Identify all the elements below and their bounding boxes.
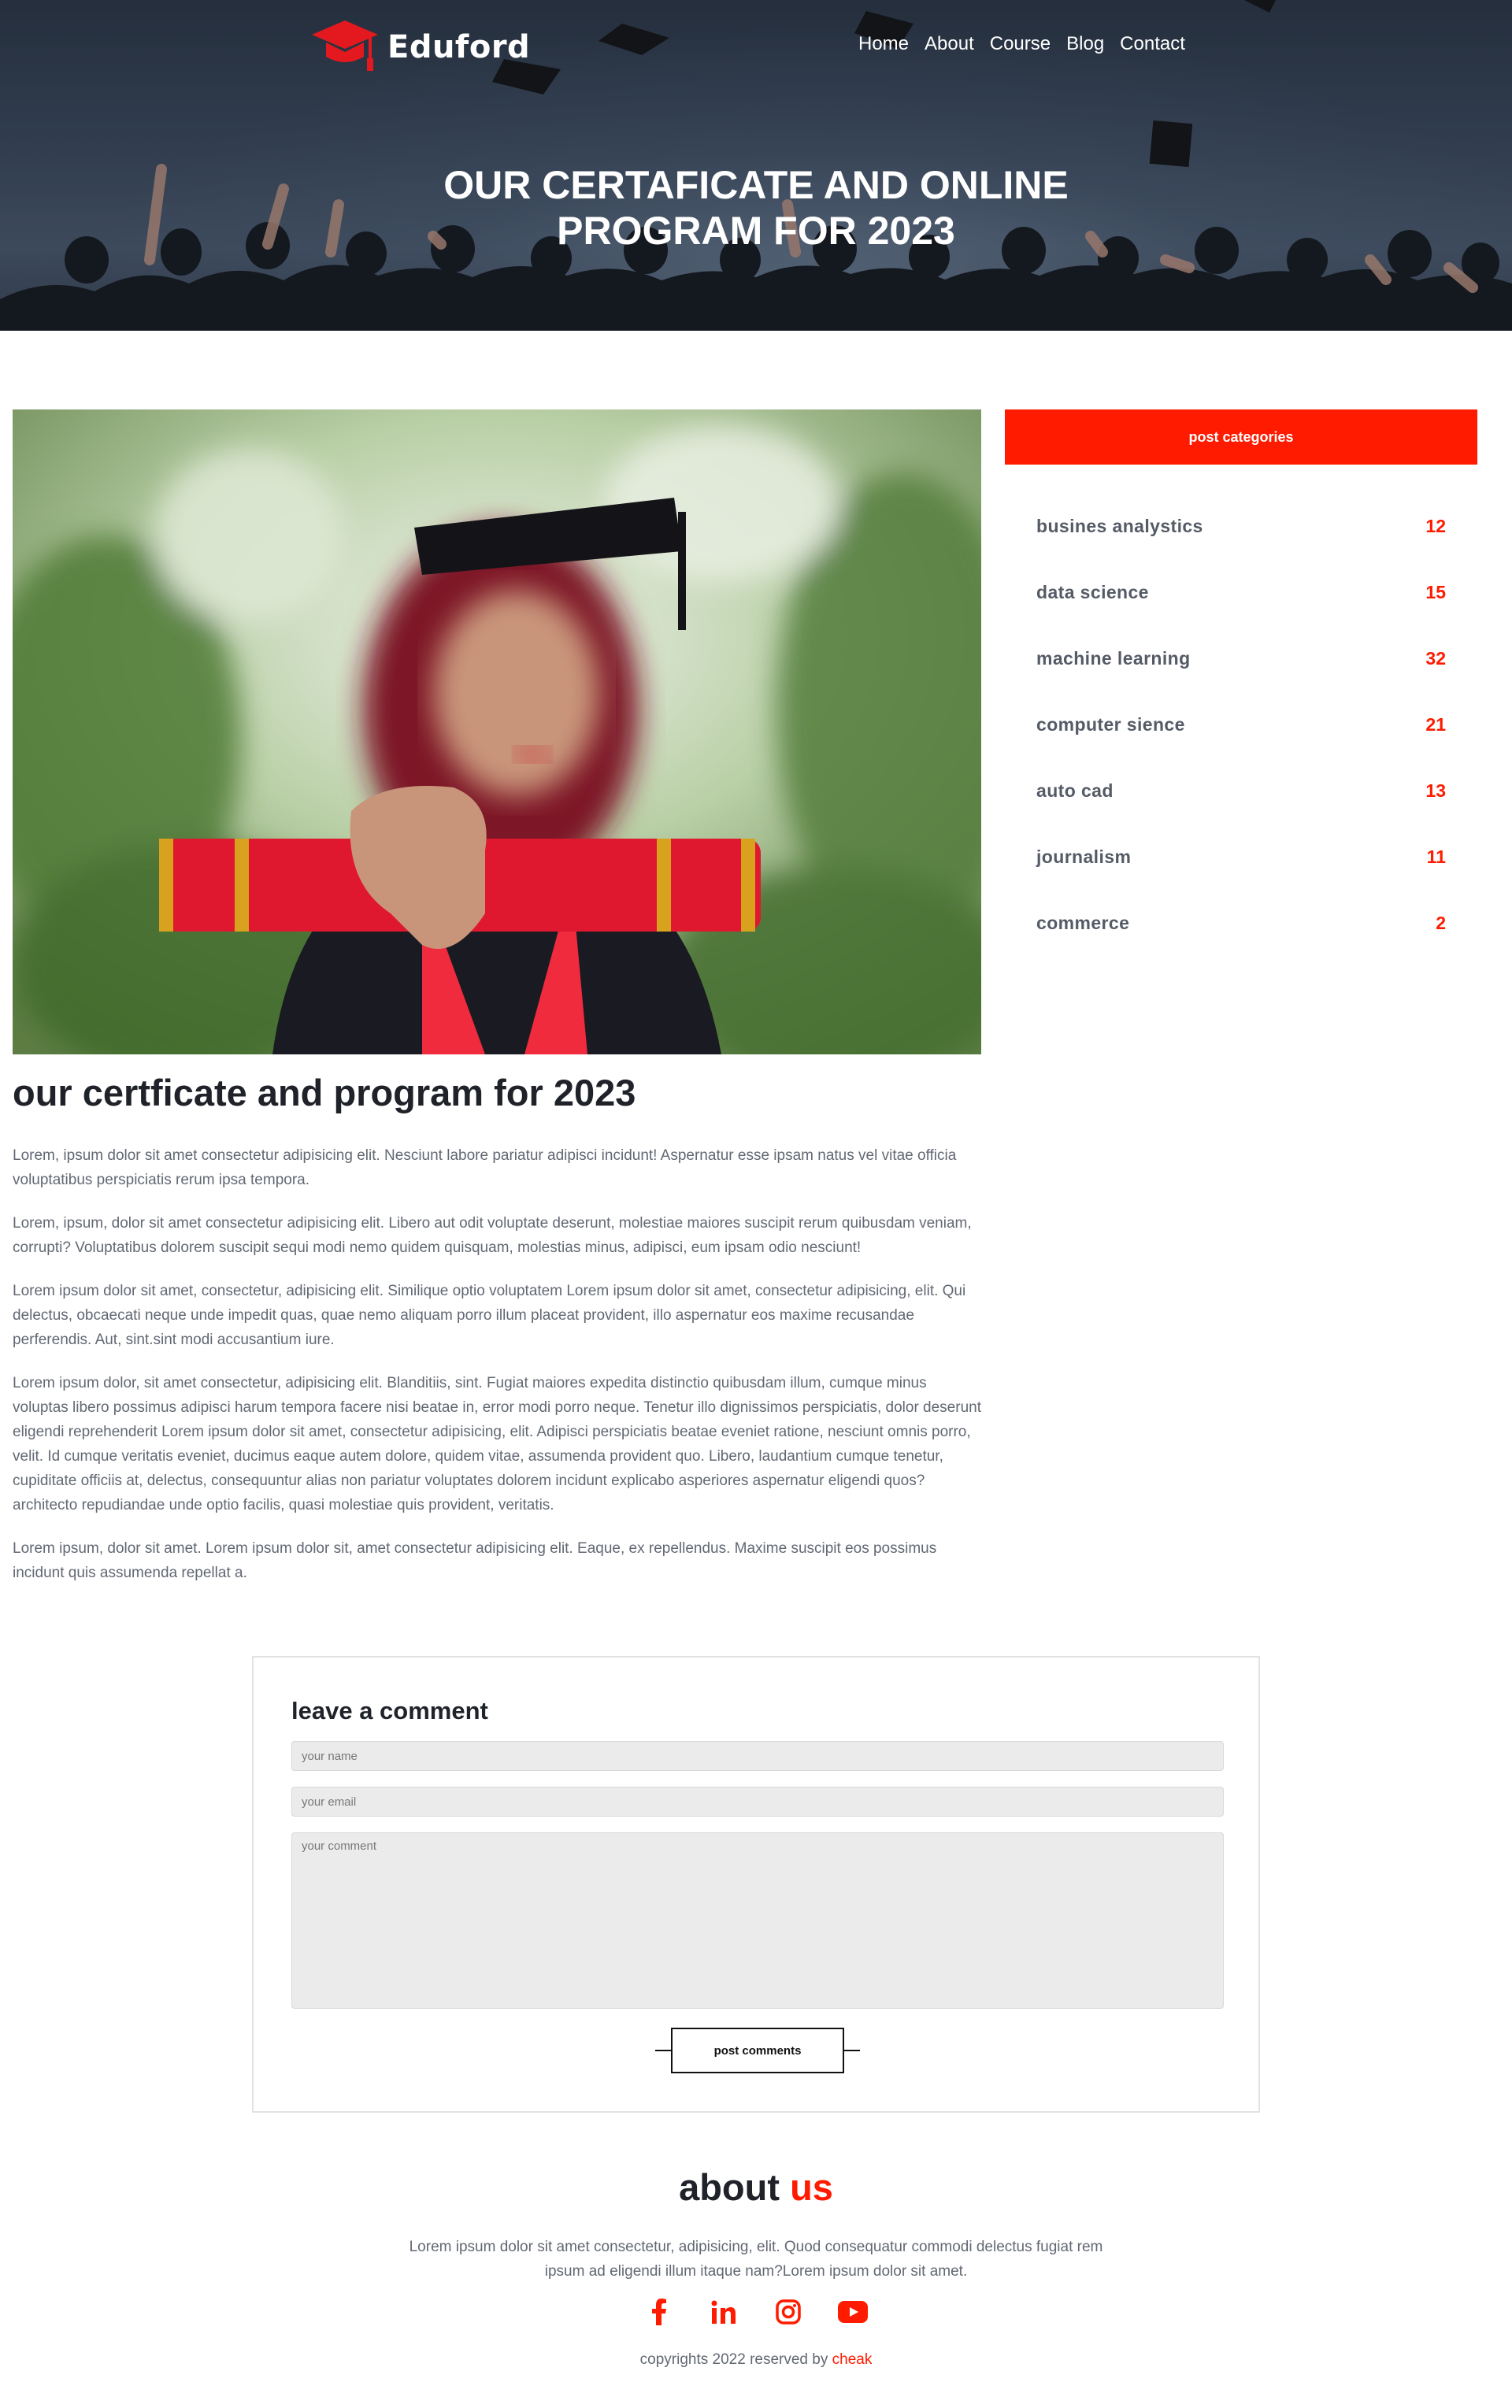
category-count: 15: [1425, 581, 1446, 602]
name-field[interactable]: [291, 1741, 1224, 1771]
post-paragraph: Lorem, ipsum, dolor sit amet consectetur…: [13, 1215, 972, 1256]
about-title-main: about: [679, 2166, 780, 2208]
post-paragraph: Lorem ipsum dolor, sit amet consectetur,…: [13, 1375, 981, 1513]
hero-title: OUR CERTAFICATE AND ONLINE PROGRAM FOR 2…: [0, 162, 1512, 254]
copyright: copyrights 2022 reserved by cheak: [0, 2351, 1512, 2369]
email-field[interactable]: [291, 1787, 1224, 1817]
category-item[interactable]: journalism 11: [1036, 824, 1446, 890]
category-name: computer sience: [1036, 713, 1185, 735]
category-item[interactable]: commerce 2: [1036, 890, 1446, 956]
brand-name: Eduford: [387, 29, 531, 65]
copyright-brand-link[interactable]: cheak: [832, 2351, 873, 2368]
youtube-icon[interactable]: [836, 2296, 869, 2328]
category-count: 12: [1425, 515, 1446, 536]
nav-home[interactable]: Home: [858, 33, 909, 55]
facebook-icon[interactable]: [643, 2296, 676, 2328]
comment-field[interactable]: [291, 1832, 1224, 2009]
nav-blog[interactable]: Blog: [1066, 33, 1104, 55]
category-name: commerce: [1036, 912, 1130, 933]
category-item[interactable]: busines analystics 12: [1036, 493, 1446, 559]
graduate-holding-diploma-image: [13, 409, 981, 1054]
category-name: journalism: [1036, 846, 1132, 867]
linkedin-icon[interactable]: [707, 2296, 740, 2328]
category-list: busines analystics 12 data science 15 ma…: [1005, 493, 1477, 956]
hero-title-line-2: PROGRAM FOR 2023: [557, 209, 955, 253]
instagram-icon[interactable]: [772, 2296, 805, 2328]
about-title: about us: [0, 2165, 1512, 2209]
hero-title-line-1: OUR CERTAFICATE AND ONLINE: [443, 163, 1069, 207]
category-name: busines analystics: [1036, 515, 1203, 536]
category-count: 21: [1425, 713, 1446, 735]
social-links: [0, 2296, 1512, 2328]
nav-course[interactable]: Course: [990, 33, 1051, 55]
category-name: auto cad: [1036, 780, 1114, 801]
nav-contact[interactable]: Contact: [1120, 33, 1185, 55]
graduation-cap-icon: [312, 20, 378, 71]
copyright-text: copyrights 2022 reserved by: [639, 2351, 828, 2368]
category-item[interactable]: computer sience 21: [1036, 691, 1446, 758]
category-count: 2: [1436, 912, 1446, 933]
post-categories-header: post categories: [1005, 409, 1477, 465]
category-item[interactable]: auto cad 13: [1036, 758, 1446, 824]
sidebar: post categories busines analystics 12 da…: [1005, 409, 1477, 956]
main-nav: Home About Course Blog Contact: [858, 33, 1185, 55]
post-body: Lorem, ipsum dolor sit amet consectetur …: [13, 1143, 981, 1604]
category-count: 11: [1426, 846, 1446, 867]
hero-banner: Eduford Home About Course Blog Contact O…: [0, 0, 1512, 331]
post-featured-image: [13, 409, 981, 1054]
about-title-accent: us: [790, 2166, 833, 2208]
category-name: machine learning: [1036, 647, 1191, 669]
brand-logo[interactable]: Eduford: [312, 17, 530, 77]
category-count: 32: [1425, 647, 1446, 669]
category-item[interactable]: machine learning 32: [1036, 625, 1446, 691]
comment-form-title: leave a comment: [291, 1697, 488, 1724]
category-item[interactable]: data science 15: [1036, 559, 1446, 625]
post-paragraph: Lorem, ipsum dolor sit amet consectetur …: [13, 1147, 957, 1188]
nav-about[interactable]: About: [925, 33, 974, 55]
post-paragraph: Lorem ipsum dolor sit amet, consectetur,…: [13, 1283, 966, 1348]
category-name: data science: [1036, 581, 1149, 602]
comment-form: leave a comment post comments: [252, 1656, 1260, 2113]
post-paragraph: Lorem ipsum, dolor sit amet. Lorem ipsum…: [13, 1540, 937, 1581]
about-text: Lorem ipsum dolor sit amet consectetur, …: [409, 2239, 1103, 2280]
category-count: 13: [1425, 780, 1446, 801]
post-title: our certficate and program for 2023: [13, 1072, 636, 1113]
post-comments-button[interactable]: post comments: [671, 2028, 844, 2073]
